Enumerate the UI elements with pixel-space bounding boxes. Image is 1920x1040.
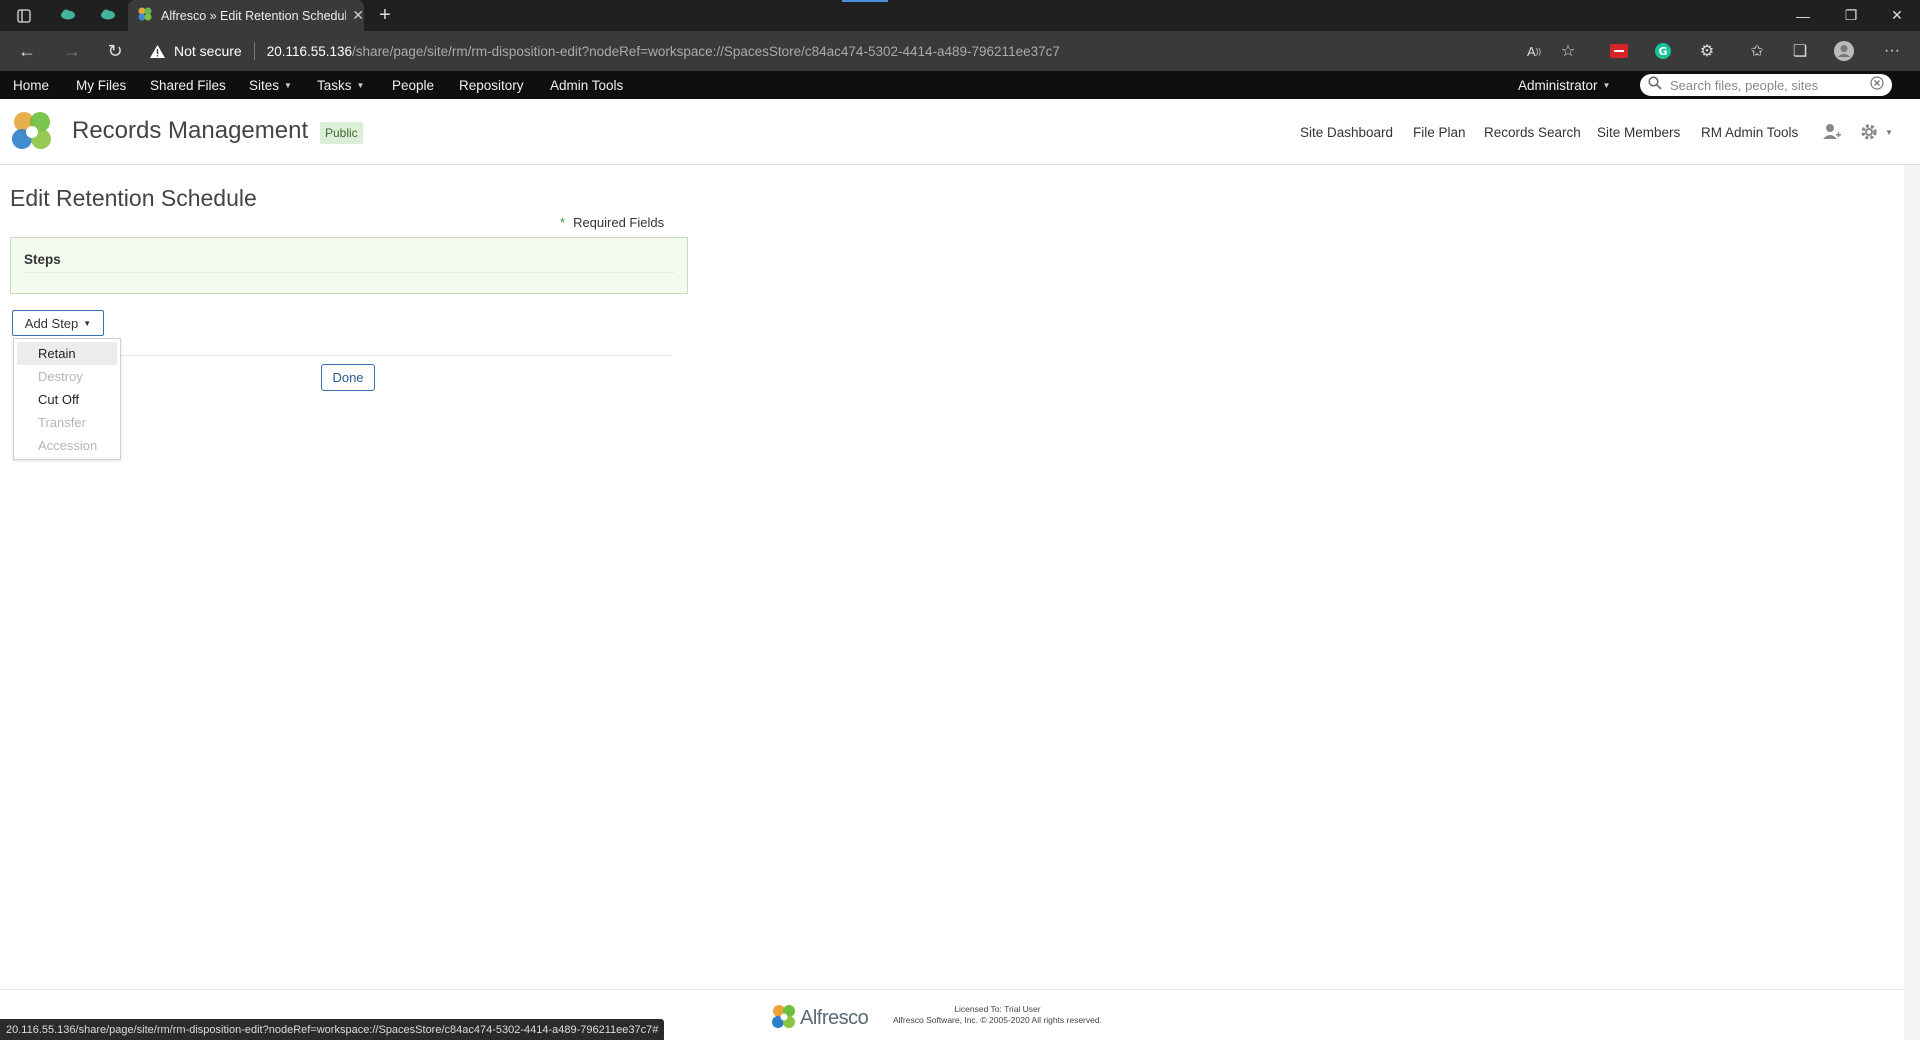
forward-icon[interactable]: →: [55, 31, 89, 71]
menu-item-cut-off[interactable]: Cut Off: [17, 388, 117, 411]
warning-icon: [148, 42, 166, 60]
search-input[interactable]: Search files, people, sites: [1640, 74, 1892, 96]
app-header-bar: Home My Files Shared Files Sites ▼ Tasks ▼…: [0, 71, 1920, 99]
steps-panel: Steps: [10, 237, 688, 294]
url-host: 20.116.55.136: [266, 43, 353, 59]
menu-item-transfer: Transfer: [38, 415, 86, 430]
add-step-label: Add Step: [24, 315, 79, 331]
extensions-icon[interactable]: ⚙: [1685, 31, 1729, 71]
svg-text:G: G: [1658, 45, 1667, 58]
add-user-icon[interactable]: [1822, 99, 1842, 165]
menu-sites[interactable]: Sites ▼: [249, 71, 292, 99]
window-indicator: [842, 0, 888, 2]
close-window-icon[interactable]: ✕: [1874, 0, 1920, 31]
caret-down-icon: ▼: [356, 80, 365, 90]
search-placeholder: Search files, people, sites: [1670, 77, 1819, 93]
nav-site-dashboard[interactable]: Site Dashboard: [1300, 99, 1393, 165]
menu-tasks-label: Tasks: [317, 77, 352, 93]
page-title: Edit Retention Schedule: [10, 185, 257, 211]
tab-title: Alfresco » Edit Retention Schedule: [161, 8, 347, 23]
nav-site-members[interactable]: Site Members: [1597, 99, 1680, 165]
license-line-1: Licensed To: Trial User: [954, 1004, 1041, 1014]
nav-file-plan[interactable]: File Plan: [1413, 99, 1466, 165]
menu-people[interactable]: People: [392, 71, 434, 99]
caret-down-icon: ▼: [284, 80, 292, 90]
grammarly-icon[interactable]: G: [1641, 31, 1685, 71]
clear-search-icon[interactable]: [1870, 75, 1884, 95]
cloud-icon: [60, 8, 76, 23]
add-step-menu: Retain Destroy Cut Off Transfer Accessio…: [13, 338, 121, 460]
collections-icon[interactable]: ❏: [1778, 31, 1822, 71]
new-tab-icon[interactable]: +: [370, 0, 400, 31]
tab-active[interactable]: Alfresco » Edit Retention Schedule ✕: [128, 0, 364, 31]
menu-admin-tools[interactable]: Admin Tools: [550, 71, 623, 99]
license-line-2: Alfresco Software, Inc. © 2005-2020 All …: [893, 1015, 1102, 1025]
footer-divider: [0, 989, 1904, 990]
search-icon: [1648, 75, 1662, 95]
steps-divider: [24, 272, 674, 273]
favorite-add-icon[interactable]: ☆: [1546, 31, 1590, 71]
done-button[interactable]: Done: [321, 364, 375, 391]
footer-brand: Alfresco: [800, 1007, 869, 1029]
browser-address-bar: ← → ↻ Not secure 20.116.55.136 /share/pa…: [0, 31, 1920, 71]
minimize-icon[interactable]: —: [1780, 0, 1826, 31]
nav-records-search[interactable]: Records Search: [1484, 99, 1581, 165]
close-tab-icon[interactable]: ✕: [352, 7, 364, 24]
nav-rm-admin-tools[interactable]: RM Admin Tools: [1701, 99, 1798, 165]
alfresco-favicon-icon: [137, 6, 153, 25]
caret-down-icon: ▼: [83, 318, 92, 328]
vertical-scrollbar[interactable]: [1904, 165, 1920, 1040]
menu-repository[interactable]: Repository: [459, 71, 524, 99]
menu-tasks[interactable]: Tasks ▼: [317, 71, 364, 99]
menu-sites-label: Sites: [249, 77, 280, 93]
menu-my-files[interactable]: My Files: [76, 71, 126, 99]
alfresco-logo-icon[interactable]: [8, 108, 56, 161]
profile-icon[interactable]: [1822, 31, 1866, 71]
gear-icon[interactable]: ▼: [1858, 99, 1893, 165]
menu-item-destroy: Destroy: [38, 369, 83, 384]
visibility-badge: Public: [320, 122, 363, 144]
menu-home[interactable]: Home: [13, 71, 49, 99]
browser-tab-bar: Alfresco » Edit Retention Schedule ✕ + —…: [0, 0, 1920, 31]
required-fields-label: Required Fields: [573, 215, 665, 230]
caret-down-icon: ▼: [1885, 127, 1893, 137]
url-path: /share/page/site/rm/rm-disposition-edit?…: [352, 43, 1060, 59]
back-icon[interactable]: ←: [10, 31, 44, 71]
not-secure-label: Not secure: [174, 43, 242, 59]
form-divider: [120, 355, 672, 356]
required-star: *: [560, 215, 566, 230]
tab-actions-icon[interactable]: [10, 0, 38, 31]
restore-icon[interactable]: ❐: [1828, 0, 1874, 31]
menu-item-retain[interactable]: Retain: [17, 342, 117, 365]
url-field[interactable]: Not secure 20.116.55.136 /share/page/sit…: [148, 36, 1508, 66]
caret-down-icon: ▼: [1602, 80, 1611, 90]
tab-pinned-1[interactable]: [52, 0, 84, 31]
site-header: Records Management Public Site Dashboard…: [0, 99, 1920, 165]
steps-label: Steps: [24, 252, 61, 267]
refresh-icon[interactable]: ↻: [98, 31, 132, 71]
menu-item-accession: Accession: [38, 438, 98, 453]
alfresco-footer-logo-icon: [770, 1003, 798, 1036]
status-bar-url: 20.116.55.136/share/page/site/rm/rm-disp…: [0, 1019, 665, 1040]
site-title[interactable]: Records Management: [72, 117, 308, 145]
user-name: Administrator: [1518, 77, 1598, 93]
more-options-icon[interactable]: ···: [1870, 31, 1914, 71]
footer-license: Licensed To: Trial User Alfresco Softwar…: [893, 1004, 1102, 1026]
url-divider: [253, 42, 255, 60]
cloud-icon: [100, 8, 116, 23]
favorites-icon[interactable]: ✩: [1735, 31, 1779, 71]
menu-shared-files[interactable]: Shared Files: [150, 71, 226, 99]
tab-pinned-2[interactable]: [92, 0, 124, 31]
required-fields-note: * Required Fields: [560, 215, 664, 230]
extension-red-icon[interactable]: [1597, 31, 1641, 71]
user-menu[interactable]: Administrator ▼: [1518, 71, 1610, 99]
add-step-button[interactable]: Add Step ▼: [12, 310, 104, 336]
